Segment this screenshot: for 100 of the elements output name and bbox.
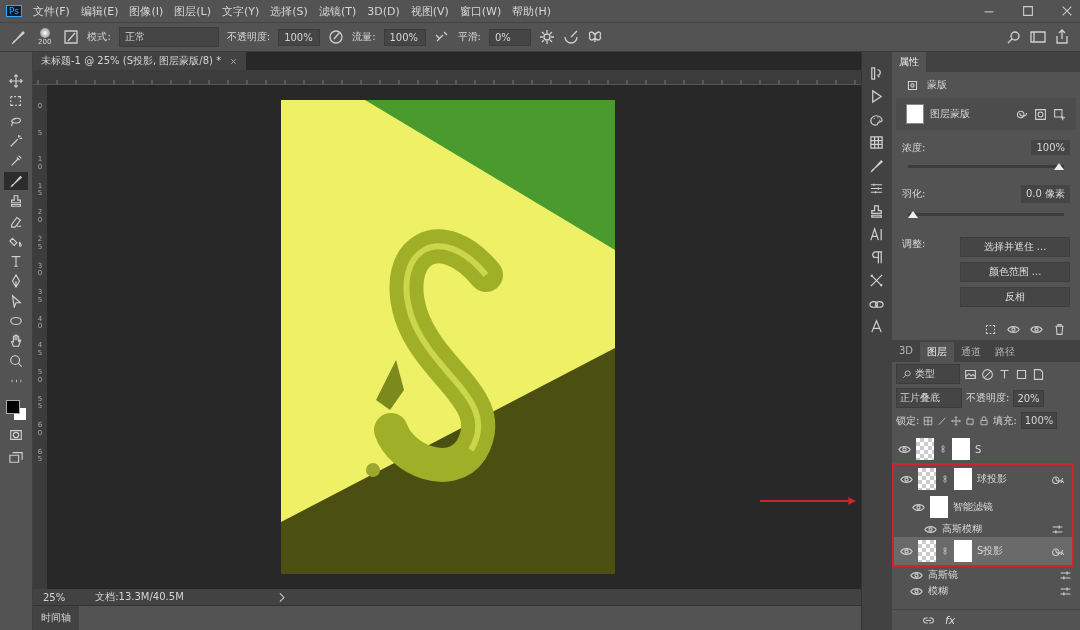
brush-icon[interactable] [10,29,26,45]
butterfly-icon[interactable] [586,29,603,45]
glyph-icon[interactable] [868,319,884,334]
panel-tab[interactable]: 3D [892,342,921,362]
filter-name: 高斯模糊 [942,522,982,536]
brush-icon[interactable] [868,158,884,173]
mask-thumbnail [952,438,970,460]
opacity-field[interactable]: 100% [278,28,321,46]
tool-button[interactable] [4,172,28,190]
filter-options-icon[interactable] [1051,522,1064,536]
layer-row[interactable]: 高斯模糊 [894,521,1072,537]
magic-wand-icon [9,134,23,148]
flow-field[interactable]: 100% [383,28,426,46]
filter-options-icon[interactable] [1059,584,1072,598]
layer-row[interactable]: S [892,435,1080,463]
fill-field[interactable]: 100% [1020,412,1058,429]
link-icon [941,545,949,557]
brush-panel-icon[interactable] [63,29,80,45]
feather-field[interactable]: 0.0 像素 [1020,185,1070,203]
slider-thumb[interactable] [1054,163,1064,170]
menu-item[interactable]: 图层(L) [174,3,211,19]
menu-item[interactable]: 滤镜(T) [318,3,357,19]
blend-mode-dropdown[interactable]: 正片叠底 [896,388,962,408]
menu-item[interactable]: 帮助(H) [512,3,552,19]
smart-object-icon[interactable] [1032,367,1045,381]
menu-item[interactable]: 窗口(W) [459,3,502,19]
maximize-icon[interactable] [1021,4,1035,18]
timeline-tab[interactable]: 时间轴 [33,606,79,630]
selection-icon[interactable] [984,323,997,336]
adjustment-icon[interactable] [981,367,994,381]
menu-item[interactable]: 选择(S) [270,3,308,19]
character-icon[interactable] [868,227,884,242]
menu-item[interactable]: 文字(Y) [222,3,260,19]
layer-style-button[interactable]: fx [945,613,956,627]
share-icon[interactable] [1054,29,1070,45]
smoothing-field[interactable]: 0% [488,28,531,46]
panel-tab[interactable]: 图层 [920,342,955,362]
slider-thumb[interactable] [908,211,918,218]
eye-icon[interactable] [1007,323,1020,336]
layer-row[interactable]: 智能滤镜 [894,493,1072,521]
history-icon[interactable] [868,66,884,81]
properties-tab[interactable]: 属性 [892,52,926,72]
layer-row[interactable]: 高斯镜 [892,567,1080,583]
feather-label: 羽化: [902,187,926,201]
pixel-mask-icon[interactable] [906,78,919,92]
close-icon[interactable] [1060,4,1074,18]
menu-item[interactable]: 文件(F) [32,3,70,19]
filter-dropdown[interactable]: 类型 [896,364,960,384]
opacity-field[interactable]: 20% [1013,389,1044,407]
eye-icon[interactable] [1030,323,1043,336]
mask-name: 图层蒙版 [930,107,970,121]
mask-thumbnail [954,540,972,562]
menu-item[interactable]: 3D(D) [367,4,400,18]
mode-label: 模式: [87,30,111,44]
menu-item[interactable]: 图像(I) [129,3,164,19]
layer-name: S [975,443,982,455]
section-title: 蒙版 [927,78,947,92]
add-mask-icon[interactable] [1053,107,1066,121]
palette-icon[interactable] [868,112,884,127]
filter-name: 高斯镜 [928,568,958,582]
adjust-button[interactable]: 颜色范围 ... [960,262,1070,282]
type-icon[interactable] [998,367,1011,381]
eyedropper-icon [9,154,23,168]
brush-icon[interactable] [937,415,948,426]
pixel-mask-icon[interactable] [1034,107,1047,121]
color-swatches-icon[interactable] [6,400,26,420]
type-icon [9,254,23,268]
close-icon[interactable] [229,56,239,66]
settings-icon[interactable] [538,29,555,45]
shape-icon[interactable] [1015,367,1028,381]
menu-item[interactable]: 视图(V) [410,3,449,19]
density-field[interactable]: 100% [1031,140,1070,155]
zoom-level[interactable]: 25% [43,591,66,603]
adjust-button[interactable]: 选择并遮住 ... [960,237,1070,257]
stamp-icon[interactable] [868,204,884,219]
menu-item[interactable]: 编辑(E) [80,3,119,19]
adjust-button[interactable]: 反相 [960,287,1070,307]
image-icon[interactable] [964,367,977,381]
checker-icon[interactable] [923,415,934,426]
search-icon[interactable] [1006,29,1022,45]
mask-thumbnail [954,468,972,490]
sliders-icon[interactable] [868,181,884,196]
marquee-icon [9,94,23,108]
workspace-icon[interactable] [1030,29,1046,45]
screen-mode-icon[interactable] [9,450,23,464]
panel-tab[interactable]: 通道 [954,342,989,362]
trash-icon[interactable] [1053,323,1066,336]
layer-row[interactable]: 模糊 [892,583,1080,599]
document-tab[interactable]: 未标题-1 @ 25% (S投影, 图层蒙版/8) * [33,52,247,70]
filter-options-icon[interactable] [1059,568,1072,582]
layer-row[interactable]: S投影 [894,537,1072,565]
grid-icon[interactable] [868,135,884,150]
mode-dropdown[interactable]: 正常 [118,27,219,47]
layer-row[interactable]: 球投影 [894,465,1072,493]
zoom-icon [9,354,23,368]
panel-tab[interactable]: 路径 [988,342,1023,362]
move-icon[interactable] [951,415,962,426]
quick-mask-icon[interactable] [9,428,23,442]
lock-icon[interactable] [979,415,990,426]
brush-icon [9,174,23,188]
